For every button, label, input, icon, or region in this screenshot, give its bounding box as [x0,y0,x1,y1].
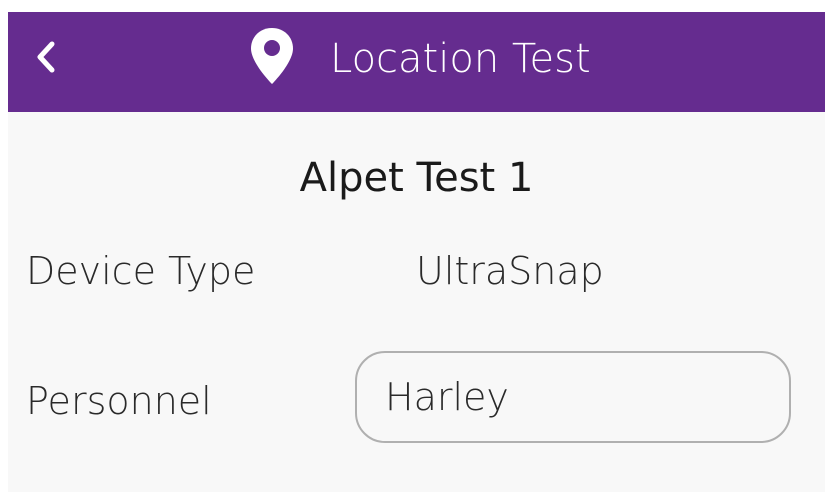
personnel-label: Personnel [26,379,212,423]
personnel-input[interactable] [355,351,791,443]
app-bar: Location Test [8,12,825,112]
back-button[interactable] [26,37,66,77]
device-type-label: Device Type [26,249,256,293]
screen-title: Location Test [330,36,591,82]
location-name-heading: Alpet Test 1 [299,155,534,201]
chevron-left-icon [37,41,55,73]
location-pin-icon [251,28,293,84]
device-type-value: UltraSnap [416,249,604,293]
app-screen: Location Test Alpet Test 1 Device Type U… [8,12,825,492]
